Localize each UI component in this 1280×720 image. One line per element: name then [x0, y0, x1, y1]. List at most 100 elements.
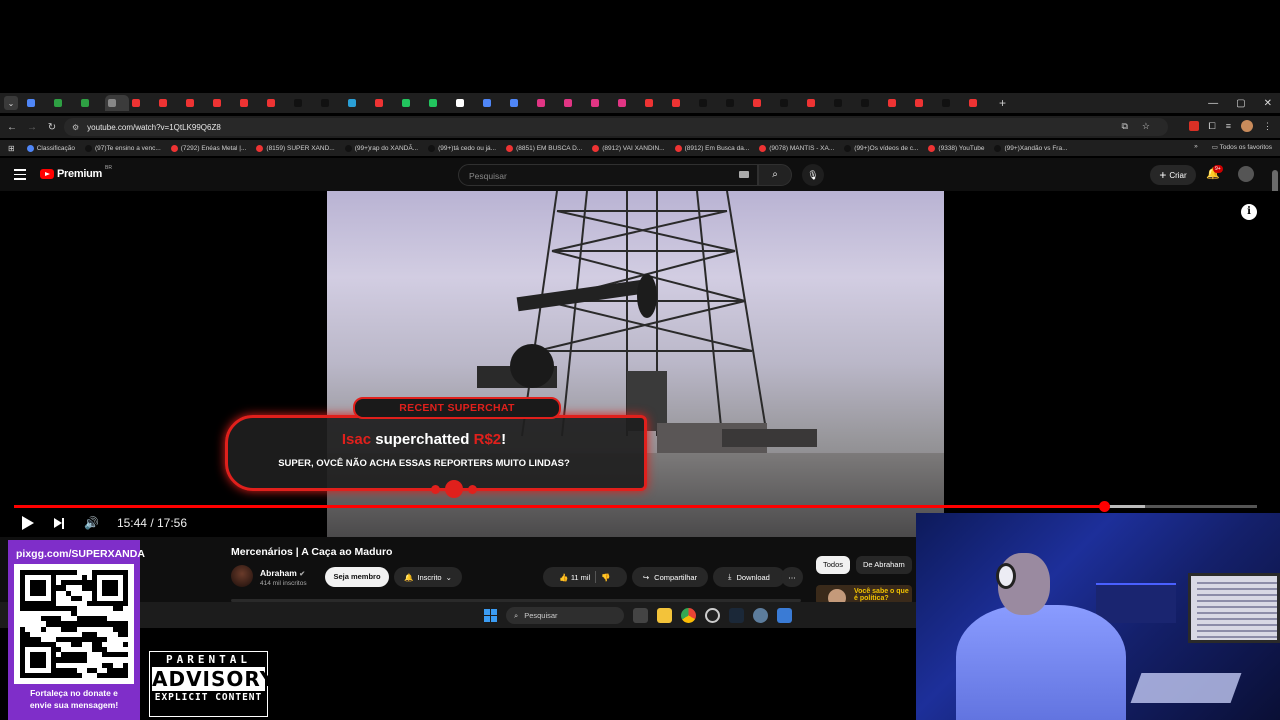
minimize-button[interactable]: —: [1208, 98, 1218, 109]
browser-tab[interactable]: [426, 95, 453, 111]
extension-icon[interactable]: [1188, 121, 1199, 131]
more-actions-button[interactable]: ⋯: [781, 567, 803, 587]
browser-tab[interactable]: [318, 95, 345, 111]
browser-tab[interactable]: [939, 95, 966, 111]
bookmark-item[interactable]: (99+)Os vídeos de c...: [844, 144, 918, 152]
steam-icon[interactable]: [729, 608, 744, 623]
browser-tab[interactable]: [129, 95, 156, 111]
address-bar[interactable]: ⚙ youtube.com/watch?v=1QtLK99Q6Z8 ⧉ ☆: [64, 118, 1168, 136]
browser-tab[interactable]: [885, 95, 912, 111]
volume-icon[interactable]: 🔊: [84, 516, 99, 530]
next-icon[interactable]: [54, 517, 64, 529]
browser-tab[interactable]: [858, 95, 885, 111]
chip-all[interactable]: Todos: [816, 556, 851, 574]
browser-tab[interactable]: [669, 95, 696, 111]
tab-list-button[interactable]: ⌄: [4, 96, 18, 110]
browser-tab[interactable]: [453, 95, 480, 111]
chevron-double-right-icon[interactable]: »: [1194, 143, 1198, 151]
play-icon[interactable]: [22, 516, 34, 530]
forward-button[interactable]: →: [22, 122, 42, 133]
account-avatar[interactable]: [1238, 166, 1254, 182]
browser-tab[interactable]: [588, 95, 615, 111]
browser-tab[interactable]: [345, 95, 372, 111]
browser-tab[interactable]: [291, 95, 318, 111]
join-button[interactable]: Seja membro: [325, 567, 389, 587]
bookmark-item[interactable]: Classificação: [26, 144, 75, 152]
search-input[interactable]: Pesquisar: [458, 164, 758, 186]
browser-tab[interactable]: [831, 95, 858, 111]
profile-avatar[interactable]: [1241, 120, 1253, 132]
bookmark-item[interactable]: (97)Te ensino a venc...: [85, 144, 161, 152]
bookmark-item[interactable]: (8912) Em Busca da...: [674, 144, 749, 152]
task-view-icon[interactable]: [633, 608, 648, 623]
bookmark-item[interactable]: (8851) EM BUSCA D...: [506, 144, 582, 152]
share-button[interactable]: ↪ Compartilhar: [632, 567, 708, 587]
channel-name[interactable]: Abraham ✔: [260, 568, 305, 578]
media-icon[interactable]: ≡: [1226, 121, 1231, 131]
browser-tab[interactable]: [237, 95, 264, 111]
chrome-icon[interactable]: [681, 608, 696, 623]
bookmark-item[interactable]: (8912) VAI XANDIN...: [592, 144, 665, 152]
maximize-button[interactable]: ▢: [1236, 98, 1245, 109]
new-tab-button[interactable]: +: [999, 96, 1006, 110]
browser-tab[interactable]: [912, 95, 939, 111]
bookmark-item[interactable]: (8159) SUPER XAND...: [256, 144, 335, 152]
browser-tab[interactable]: [399, 95, 426, 111]
bookmark-item[interactable]: (9338) YouTube: [928, 144, 984, 152]
close-window-button[interactable]: ✕: [1264, 98, 1272, 109]
bookmark-item[interactable]: (99+)Xandão vs Fra...: [994, 144, 1068, 152]
create-button[interactable]: + Criar: [1150, 165, 1196, 185]
taskbar-search[interactable]: ⌕ Pesquisar: [506, 607, 624, 624]
browser-tab[interactable]: [642, 95, 669, 111]
bookmark-item[interactable]: (9078) MANTIS - XA...: [759, 144, 834, 152]
browser-tab[interactable]: [24, 95, 51, 111]
voice-search-button[interactable]: 🎙: [802, 164, 824, 186]
reload-button[interactable]: ↻: [42, 122, 62, 133]
chip-from-channel[interactable]: De Abraham: [856, 556, 912, 574]
browser-tab[interactable]: [561, 95, 588, 111]
download-button[interactable]: ⤓ Download: [713, 567, 785, 587]
info-icon[interactable]: i: [1241, 204, 1257, 220]
browser-tab[interactable]: [777, 95, 804, 111]
install-app-icon[interactable]: ⧉: [1121, 121, 1127, 132]
dislike-icon[interactable]: 👎: [601, 573, 610, 582]
kebab-menu-icon[interactable]: ⋮: [1263, 121, 1272, 132]
site-info-icon[interactable]: ⚙: [72, 123, 79, 132]
browser-tab[interactable]: [615, 95, 642, 111]
browser-tab[interactable]: [804, 95, 831, 111]
bookmark-item[interactable]: (99+)rap do XANDÃ...: [344, 144, 418, 152]
browser-tab[interactable]: [105, 95, 129, 111]
browser-tab[interactable]: [480, 95, 507, 111]
windows-start-icon[interactable]: [484, 609, 497, 622]
apps-grid-icon[interactable]: ⊞: [8, 144, 15, 153]
browser-tab[interactable]: [966, 95, 993, 111]
keyboard-icon[interactable]: [739, 171, 749, 178]
youtube-logo[interactable]: Premium BR: [40, 165, 112, 180]
progress-bar[interactable]: [14, 501, 1257, 512]
browser-tab[interactable]: [750, 95, 777, 111]
bookmark-item[interactable]: (99+)tá cedo ou já...: [428, 144, 496, 152]
browser-tab[interactable]: [78, 95, 105, 111]
bookmark-star-icon[interactable]: ☆: [1142, 121, 1150, 132]
obs-icon[interactable]: [705, 608, 720, 623]
subscribed-button[interactable]: 🔔 Inscrito ⌄: [394, 567, 462, 587]
photos-icon[interactable]: [777, 608, 792, 623]
browser-tab[interactable]: [372, 95, 399, 111]
browser-tab[interactable]: [507, 95, 534, 111]
search-button[interactable]: ⌕: [758, 164, 792, 186]
browser-tab[interactable]: [210, 95, 237, 111]
browser-tab[interactable]: [723, 95, 750, 111]
all-bookmarks-folder[interactable]: ▭ Todos os favoritos: [1212, 143, 1272, 151]
file-explorer-icon[interactable]: [657, 608, 672, 623]
browser-tab[interactable]: [156, 95, 183, 111]
bookmark-item[interactable]: (7292) Enéas Metal |...: [170, 144, 246, 152]
browser-tab[interactable]: [696, 95, 723, 111]
back-button[interactable]: ←: [2, 122, 22, 133]
browser-tab[interactable]: [51, 95, 78, 111]
menu-icon[interactable]: [14, 169, 26, 183]
puzzle-icon[interactable]: ⧠: [1209, 121, 1216, 132]
browser-tab[interactable]: [183, 95, 210, 111]
settings-icon[interactable]: [753, 608, 768, 623]
browser-tab[interactable]: [264, 95, 291, 111]
like-button[interactable]: 👍 11 mil: [559, 573, 590, 582]
